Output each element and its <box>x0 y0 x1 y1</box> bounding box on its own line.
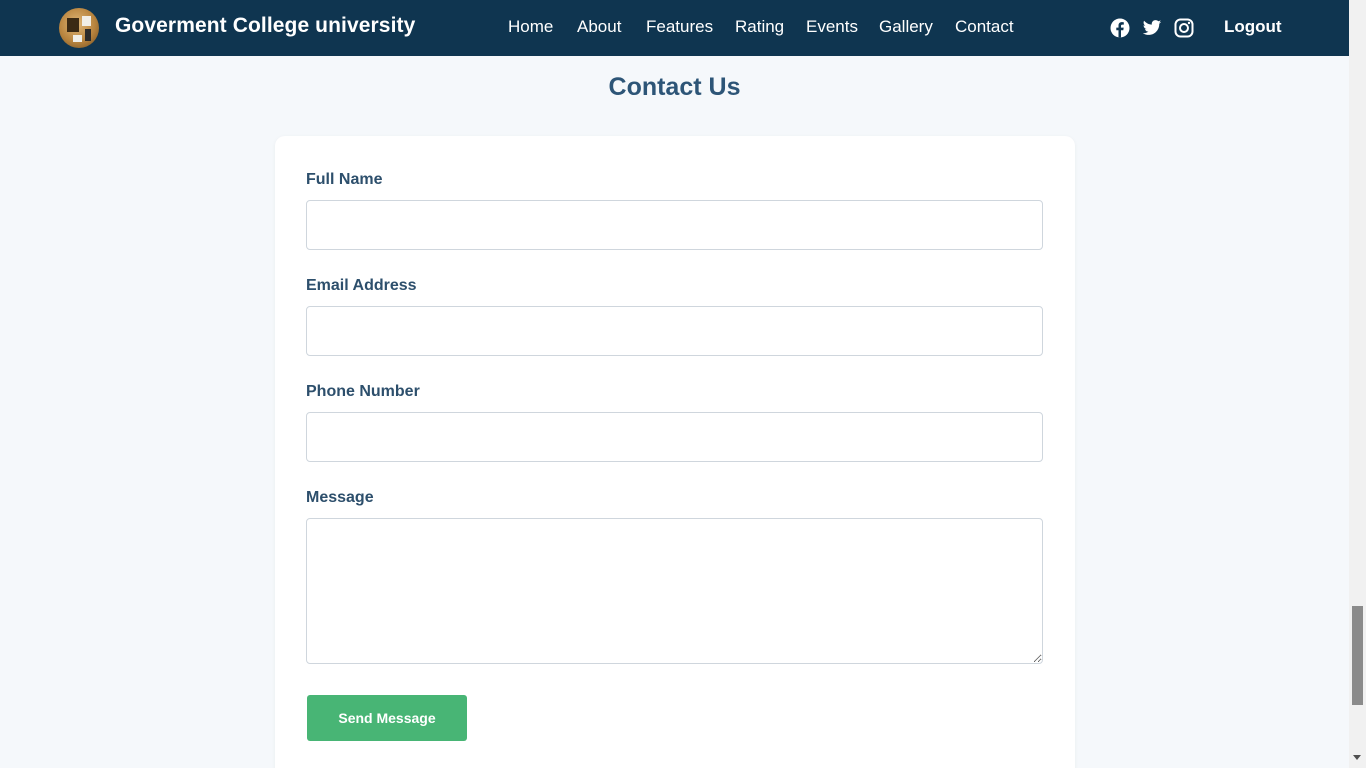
full-name-input[interactable] <box>306 200 1043 250</box>
facebook-icon[interactable] <box>1110 18 1130 38</box>
message-textarea[interactable] <box>306 518 1043 664</box>
scrollbar-thumb[interactable] <box>1352 606 1363 705</box>
nav-item-rating[interactable]: Rating <box>735 17 784 37</box>
top-navbar: Goverment College university Home About … <box>0 0 1349 56</box>
contact-form: Full Name Email Address Phone Number Mes… <box>275 136 1075 768</box>
instagram-icon[interactable] <box>1174 18 1194 38</box>
nav-item-about[interactable]: About <box>577 17 621 37</box>
nav-item-features[interactable]: Features <box>646 17 713 37</box>
page-scrollbar[interactable] <box>1349 0 1366 768</box>
page-title: Contact Us <box>608 73 741 101</box>
send-message-button[interactable]: Send Message <box>307 695 467 741</box>
phone-input[interactable] <box>306 412 1043 462</box>
email-label: Email Address <box>306 277 417 294</box>
nav-item-gallery[interactable]: Gallery <box>879 17 933 37</box>
email-input[interactable] <box>306 306 1043 356</box>
nav-item-home[interactable]: Home <box>508 17 553 37</box>
nav-item-events[interactable]: Events <box>806 17 858 37</box>
full-name-label: Full Name <box>306 171 383 188</box>
phone-label: Phone Number <box>306 383 420 400</box>
message-label: Message <box>306 489 374 506</box>
twitter-icon[interactable] <box>1142 18 1162 38</box>
nav-item-contact[interactable]: Contact <box>955 17 1014 37</box>
scroll-down-arrow-icon[interactable] <box>1353 755 1361 760</box>
logout-link[interactable]: Logout <box>1224 17 1282 37</box>
